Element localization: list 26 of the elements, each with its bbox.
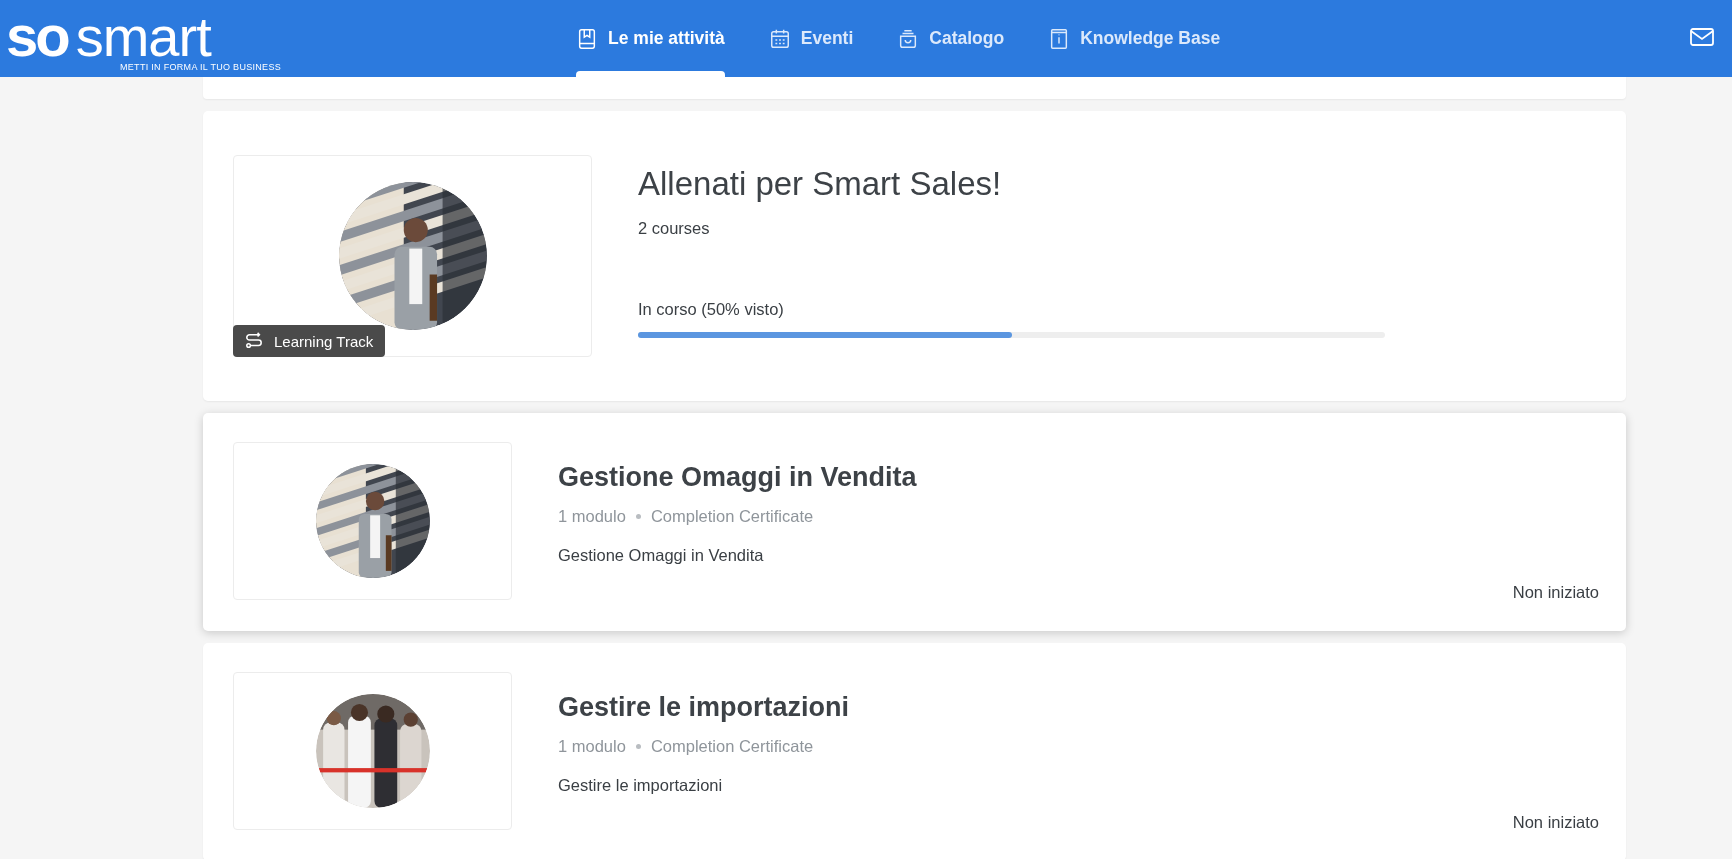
logo-mark: so (6, 7, 68, 65)
course-card[interactable]: Gestire le importazioni 1 modulo Completion Certificate Gestire le importazioni Non iniziato (203, 643, 1626, 859)
module-count: 1 modulo (558, 507, 626, 526)
logo-tagline: METTI IN FORMA IL TUO BUSINESS (120, 62, 282, 72)
calendar-icon (768, 27, 791, 50)
progress-status: In corso (50% visto) (638, 300, 785, 319)
certificate-label: Completion Certificate (650, 737, 814, 756)
certificate-label: Completion Certificate (650, 507, 814, 526)
course-title[interactable]: Gestione Omaggi in Vendita (558, 462, 1596, 493)
course-title[interactable]: Gestire le importazioni (558, 692, 1596, 723)
course-card[interactable]: Gestione Omaggi in Vendita 1 modulo Completion Certificate Gestione Omaggi in Vendita Non iniziato (203, 413, 1626, 631)
course-description: Gestire le importazioni (558, 776, 724, 795)
mail-icon[interactable] (1690, 27, 1714, 47)
track-title[interactable]: Allenati per Smart Sales! (638, 165, 1385, 203)
module-count: 1 modulo (558, 737, 626, 756)
course-status: Non iniziato (1512, 583, 1599, 602)
learning-track-card[interactable]: Learning Track Allenati per Smart Sales! 2 courses In corso (50% visto) (203, 111, 1626, 401)
route-icon (245, 332, 263, 350)
separator-dot (635, 514, 641, 519)
course-description: Gestione Omaggi in Vendita (558, 546, 765, 565)
learning-track-badge: Learning Track (233, 325, 386, 357)
course-status: Non iniziato (1512, 813, 1599, 832)
separator-dot (635, 744, 641, 749)
logo-text: smart (75, 9, 211, 65)
course-count: 2 courses (638, 219, 711, 238)
nav-tab[interactable]: Le mie attività (576, 0, 725, 77)
